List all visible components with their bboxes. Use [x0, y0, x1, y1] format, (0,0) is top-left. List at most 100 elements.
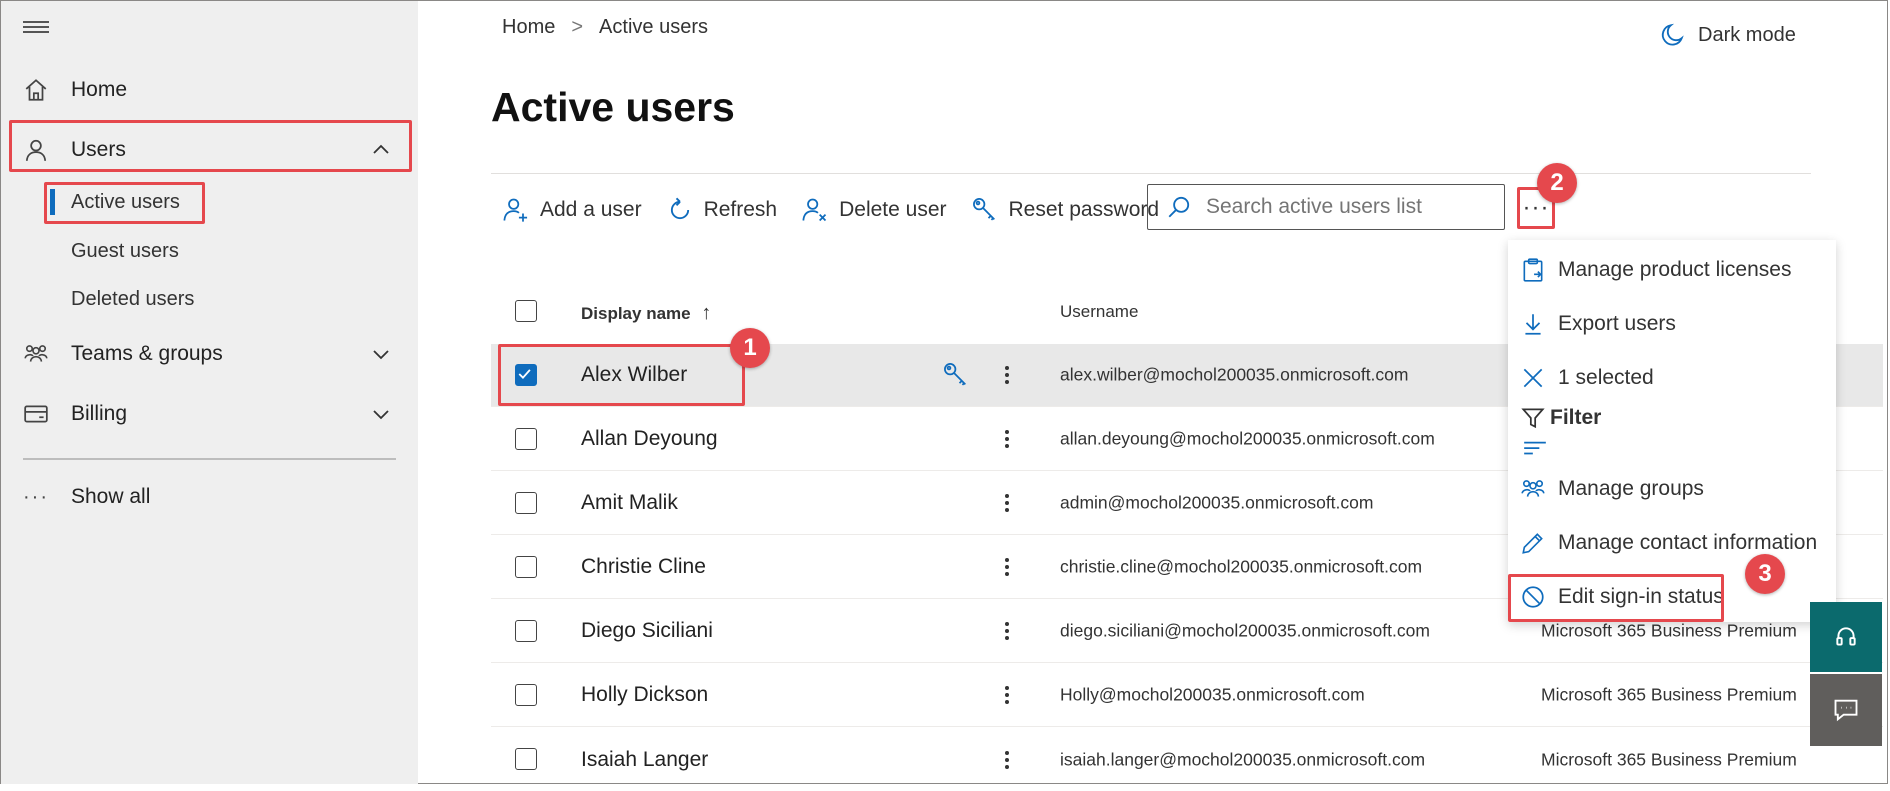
- sidebar-item-teams-groups[interactable]: Teams & groups: [1, 326, 418, 382]
- row-checkbox[interactable]: [515, 620, 537, 642]
- row-checkbox[interactable]: [515, 556, 537, 578]
- column-header-label: Display name: [581, 304, 691, 323]
- menu-item-label: 1 selected: [1558, 366, 1654, 389]
- step-badge-1: 1: [730, 328, 770, 368]
- dark-mode-toggle[interactable]: Dark mode: [1660, 22, 1796, 48]
- key-icon[interactable]: [942, 361, 970, 389]
- menu-item-export-users[interactable]: Export users: [1520, 304, 1676, 344]
- chat-icon: [1834, 699, 1858, 722]
- user-display-name[interactable]: Amit Malik: [581, 491, 678, 515]
- sidebar-item-deleted-users[interactable]: Deleted users: [71, 288, 194, 311]
- feedback-button[interactable]: [1810, 674, 1882, 746]
- support-button[interactable]: [1810, 602, 1882, 672]
- step-badge-3: 3: [1745, 554, 1785, 594]
- user-username: alex.wilber@mochol200035.onmicrosoft.com: [1060, 364, 1409, 385]
- breadcrumb-current: Active users: [599, 16, 708, 38]
- hamburger-menu-icon[interactable]: [23, 18, 49, 38]
- add-user-label: Add a user: [540, 198, 642, 221]
- selected-user-highlight-box: [498, 344, 745, 406]
- sidebar-item-label: Show all: [71, 485, 151, 508]
- sidebar: Home Users Active users Guest users Dele…: [1, 1, 418, 784]
- page-title: Active users: [491, 84, 735, 130]
- delete-user-button[interactable]: Delete user: [801, 196, 947, 224]
- search-input[interactable]: [1204, 194, 1498, 220]
- filter-icon: [1521, 408, 1545, 429]
- chevron-down-icon[interactable]: [371, 344, 391, 364]
- menu-item-label: Manage contact information: [1558, 531, 1818, 554]
- search-box[interactable]: [1147, 184, 1505, 230]
- menu-item-label: Manage groups: [1558, 477, 1704, 500]
- table-row[interactable]: Holly Dickson Holly@mochol200035.onmicro…: [491, 664, 1883, 727]
- row-more-options-icon[interactable]: [1004, 683, 1010, 707]
- row-more-options-icon[interactable]: [1004, 363, 1010, 387]
- user-display-name[interactable]: Holly Dickson: [581, 683, 708, 707]
- row-checkbox[interactable]: [515, 492, 537, 514]
- menu-item-filter[interactable]: Filter: [1520, 398, 1601, 438]
- breadcrumb: Home > Active users: [502, 16, 708, 39]
- select-all-checkbox[interactable]: [515, 300, 537, 322]
- sidebar-item-guest-users[interactable]: Guest users: [71, 240, 179, 263]
- more-dots-icon: ···: [23, 485, 49, 508]
- sidebar-item-label: Billing: [71, 402, 128, 425]
- active-users-highlight-box: [44, 182, 205, 224]
- user-username: allan.deyoung@mochol200035.onmicrosoft.c…: [1060, 428, 1435, 449]
- delete-person-icon: [802, 198, 827, 222]
- user-display-name[interactable]: Christie Cline: [581, 555, 706, 579]
- row-more-options-icon[interactable]: [1004, 555, 1010, 579]
- user-display-name[interactable]: Isaiah Langer: [581, 748, 708, 772]
- menu-item-manage-product-licenses[interactable]: Manage product licenses: [1520, 250, 1791, 290]
- add-user-button[interactable]: Add a user: [502, 196, 642, 224]
- clipboard-icon: [1523, 258, 1543, 282]
- user-license: Microsoft 365 Business Premium: [1541, 749, 1797, 769]
- row-more-options-icon[interactable]: [1004, 427, 1010, 451]
- user-display-name[interactable]: Diego Siciliani: [581, 619, 713, 643]
- headset-icon: [1836, 627, 1856, 646]
- sort-lines-icon[interactable]: [1522, 434, 1548, 460]
- sidebar-divider: [23, 458, 396, 460]
- command-toolbar: Add a user Refresh Delete user Reset pas…: [502, 188, 1183, 232]
- add-person-icon: [503, 198, 528, 222]
- edit-sign-in-highlight-box: [1508, 574, 1724, 622]
- breadcrumb-separator-icon: >: [571, 16, 584, 38]
- groups-icon: [1521, 480, 1545, 497]
- row-checkbox[interactable]: [515, 748, 537, 770]
- close-icon: [1523, 368, 1543, 388]
- refresh-label: Refresh: [703, 198, 778, 221]
- step-badge-2: 2: [1537, 163, 1577, 203]
- user-license: Microsoft 365 Business Premium: [1541, 620, 1797, 641]
- row-more-options-icon[interactable]: [1004, 619, 1010, 643]
- chevron-down-icon[interactable]: [371, 404, 391, 424]
- sidebar-item-billing[interactable]: Billing: [1, 386, 418, 442]
- row-more-options-icon[interactable]: [1004, 491, 1010, 515]
- breadcrumb-home[interactable]: Home: [502, 16, 555, 39]
- menu-item-label: Export users: [1558, 312, 1676, 335]
- reset-password-label: Reset password: [1008, 198, 1160, 221]
- sidebar-item-show-all[interactable]: ··· Show all: [1, 469, 418, 525]
- more-actions-menu: Manage product licenses Export users 1 s…: [1508, 240, 1836, 622]
- sort-ascending-icon: ↑: [701, 302, 712, 324]
- row-checkbox[interactable]: [515, 684, 537, 706]
- row-more-options-icon[interactable]: [1004, 748, 1010, 772]
- moon-icon: [1661, 23, 1684, 46]
- title-divider: [491, 173, 1811, 174]
- refresh-button[interactable]: Refresh: [666, 196, 778, 224]
- column-header-display-name[interactable]: Display name ↑: [581, 302, 711, 325]
- pencil-icon: [1522, 533, 1543, 554]
- menu-item-label: Manage product licenses: [1558, 258, 1792, 281]
- user-username: Holly@mochol200035.onmicrosoft.com: [1060, 684, 1365, 705]
- user-display-name[interactable]: Allan Deyoung: [581, 427, 718, 451]
- menu-item-manage-groups[interactable]: Manage groups: [1520, 469, 1704, 509]
- users-highlight-box: [9, 120, 412, 172]
- menu-item-selected-count[interactable]: 1 selected: [1520, 358, 1654, 398]
- key-icon: [972, 198, 995, 221]
- row-checkbox[interactable]: [515, 428, 537, 450]
- download-icon: [1525, 314, 1541, 335]
- user-username: isaiah.langer@mochol200035.onmicrosoft.c…: [1060, 749, 1426, 769]
- column-header-username[interactable]: Username: [1060, 302, 1138, 322]
- table-row[interactable]: Isaiah Langer isaiah.langer@mochol200035…: [491, 728, 1883, 791]
- sidebar-item-home[interactable]: Home: [1, 62, 418, 118]
- home-icon: [25, 79, 47, 101]
- teams-icon: [24, 345, 48, 362]
- reset-password-button[interactable]: Reset password: [971, 196, 1160, 224]
- user-username: admin@mochol200035.onmicrosoft.com: [1060, 492, 1374, 513]
